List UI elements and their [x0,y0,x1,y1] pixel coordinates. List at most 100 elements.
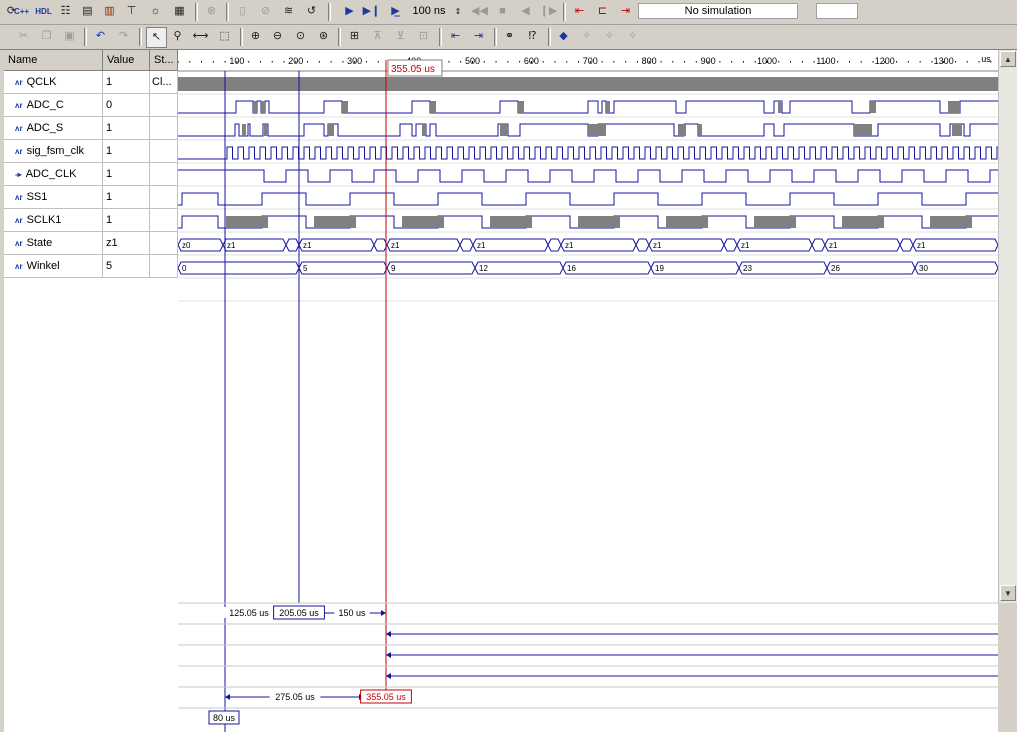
waveform-view[interactable]: 1002003004005006007008009001000110012001… [178,50,998,732]
ruler-tick-label: 100 [229,56,244,66]
cut-icon[interactable]: ✂ [14,27,33,46]
signal-row[interactable]: ʌr sig_fsm_clk 1 [4,140,178,163]
signal-name: ADC_CLK [25,168,77,180]
bookmark-next-icon[interactable]: ✧ [600,27,619,46]
column-header-value[interactable]: Value [103,50,150,71]
signal-name-cell: ʌr State [4,232,103,255]
run-until-icon[interactable]: ▶❙ [362,2,381,21]
step-back-icon[interactable]: ◀ [516,2,535,21]
vertical-scrollbar[interactable]: ▲ ▼ [998,50,1017,603]
cpp-debug-icon[interactable]: C++ [12,2,31,21]
lightbulb-icon[interactable]: ☼ [146,2,165,21]
time-step-input[interactable]: 100 ns [408,3,450,19]
signal-name-cell: ʌr ADC_C [4,94,103,117]
find-value-icon[interactable]: ⁉ [523,27,542,46]
signal-row[interactable]: ʌr Winkel 5 [4,255,178,278]
signal-value: 1 [103,209,150,232]
pointer-icon[interactable]: ↖ [146,27,167,48]
compile-icon[interactable]: ▯ [233,2,252,21]
library-icon[interactable]: ▤ [78,2,97,21]
structure-icon[interactable]: ⊤ [122,2,141,21]
stack-icon[interactable]: ≋ [279,2,298,21]
sclk1-burst [578,216,620,228]
breakpoint-list-icon[interactable]: ⊏ [593,2,612,21]
undo-icon[interactable]: ↶ [91,27,110,46]
spin-icon[interactable]: ⇕ [451,2,465,21]
zoom-in-icon[interactable]: ⊕ [246,27,265,46]
hdl-debug-icon[interactable]: HDL [34,2,53,21]
signal-row[interactable]: ʌr QCLK 1 Cl... [4,71,178,94]
hierarchy-icon[interactable]: ☷ [56,2,75,21]
waveform-file-icon[interactable]: ▦ [170,2,189,21]
next-edge-icon[interactable]: ⇥ [469,27,488,46]
add-signal-icon[interactable]: ⊞ [345,27,364,46]
signal-value: 0 [103,94,150,117]
find-icon[interactable]: ⚭ [500,27,519,46]
adc-s-block [328,124,334,136]
copy-icon[interactable]: ❐ [37,27,56,46]
state-bus-label: z1 [917,241,926,250]
winkel-bus-label: 5 [303,264,308,273]
redo-icon[interactable]: ↷ [114,27,133,46]
ruler-tick-label: 300 [347,56,362,66]
run-icon[interactable]: ▶ [340,2,359,21]
prev-edge-icon[interactable]: ⇤ [446,27,465,46]
clear-breakpoints-icon[interactable]: ⇥ [616,2,635,21]
signal-row[interactable]: ʌr SCLK1 1 [4,209,178,232]
step-forward-icon[interactable]: ❙▶ [539,2,558,21]
signal-row[interactable]: -▸ ADC_CLK 1 [4,163,178,186]
scroll-down-icon[interactable]: ▼ [1000,585,1016,601]
zoom-fit-icon[interactable]: ⊛ [314,27,333,46]
signal-name: ADC_S [26,122,64,134]
books-icon[interactable]: ▥ [100,2,119,21]
sclk1-burst [226,216,268,228]
adc-c-block [870,101,876,113]
state-bus-label: z1 [741,241,750,250]
signal-row[interactable]: ʌr SS1 1 [4,186,178,209]
breakpoint-icon[interactable]: ⇤ [570,2,589,21]
measure-label-3: 150 us [338,608,366,618]
signal-name-cell: ʌr SCLK1 [4,209,103,232]
select-icon[interactable]: ⬚ [215,27,234,46]
signal-status [150,117,178,140]
signal-row[interactable]: ʌr State z1 [4,232,178,255]
signal-props-icon[interactable]: ⊡ [414,27,433,46]
run-for-icon[interactable]: ▶̲ [386,2,405,21]
stop-circle-icon[interactable]: ⊗ [202,2,221,21]
stop-icon[interactable]: ■ [493,2,512,21]
stimulator-icon[interactable]: ⊼ [368,27,387,46]
winkel-bus-segment [826,261,916,275]
restart-icon[interactable]: ↺ [302,2,321,21]
winkel-bus-segment [178,261,300,275]
measure-label-4: 275.05 us [275,692,315,702]
link-icon[interactable]: ⊘ [256,2,275,21]
input-signal-icon: ʌr [15,78,23,87]
bus-icon[interactable]: ⊻ [391,27,410,46]
zoom-range-icon[interactable]: ⊙ [291,27,310,46]
bookmark-prev-icon[interactable]: ✧ [577,27,596,46]
adc-s-block [500,124,508,136]
signal-row[interactable]: ʌr ADC_S 1 [4,117,178,140]
ruler-tick-label: 900 [701,56,716,66]
signal-row[interactable]: ʌr ADC_C 0 [4,94,178,117]
input-signal-icon: ʌr [15,216,23,225]
bookmark-icon[interactable]: ◆ [554,27,573,46]
scroll-up-icon[interactable]: ▲ [1000,51,1016,67]
signal-name: SCLK1 [26,214,62,226]
zoom-out-icon[interactable]: ⊖ [268,27,287,46]
winkel-bus-label: 9 [391,264,396,273]
paste-icon[interactable]: ▣ [60,27,79,46]
state-bus-label: z1 [391,241,400,250]
measure-icon[interactable]: ⟷ [191,27,210,46]
column-header-name[interactable]: Name [4,50,103,71]
signal-name-cell: ʌr QCLK [4,71,103,94]
rewind-icon[interactable]: ◀◀ [470,2,489,21]
sclk1-burst [402,216,444,228]
ruler-tick-label: 1200 [875,56,895,66]
zoom-icon[interactable]: ⚲ [168,27,187,46]
state-bus-segment [912,238,998,252]
state-bus-segment [373,238,388,252]
column-header-status[interactable]: St... [150,50,178,71]
bookmark-clear-icon[interactable]: ✧ [623,27,642,46]
state-bus-segment [635,238,650,252]
